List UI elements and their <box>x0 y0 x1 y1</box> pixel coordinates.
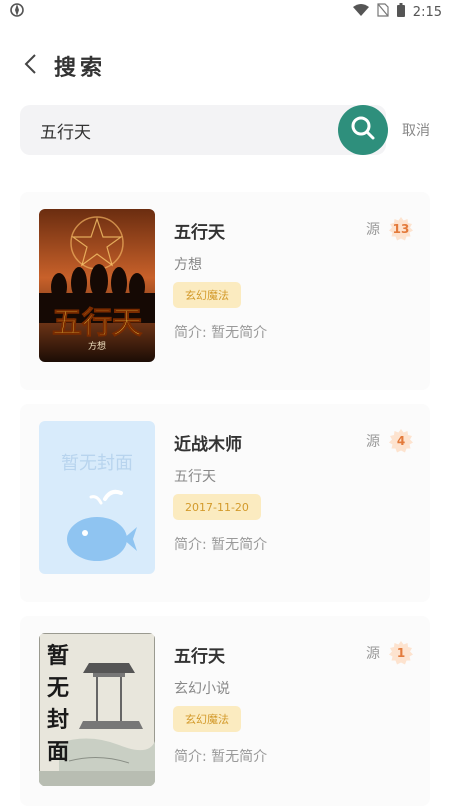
search-button[interactable] <box>338 105 388 155</box>
no-cover-text: 暂无封面 <box>61 453 133 474</box>
book-cover-painting: 暂 无 封 面 <box>39 633 155 786</box>
back-button[interactable] <box>8 44 52 88</box>
source-info: 源 13 <box>366 216 414 242</box>
cancel-button[interactable]: 取消 <box>402 120 430 140</box>
book-intro: 简介: 暂无简介 <box>174 325 268 341</box>
search-icon <box>350 115 376 145</box>
header: 搜索 <box>0 44 450 88</box>
source-count-badge: 13 <box>388 216 414 242</box>
cover-author-text: 方想 <box>88 340 106 352</box>
book-author: 玄幻小说 <box>174 681 230 697</box>
book-title: 近战木师 <box>174 435 242 455</box>
book-title: 五行天 <box>174 223 225 243</box>
result-card[interactable]: 暂 无 封 面 五行天 玄幻小说 玄幻魔法 简介: 暂无简介 源 1 <box>20 616 430 806</box>
search-input[interactable] <box>20 104 342 156</box>
search-box <box>20 104 388 156</box>
source-count-badge: 4 <box>388 428 414 454</box>
result-card[interactable]: 五行天 方想 五行天 方想 玄幻魔法 简介: 暂无简介 源 13 <box>20 192 430 390</box>
status-bar: 2:15 <box>0 0 450 24</box>
source-info: 源 1 <box>366 640 414 666</box>
cover-title-text: 五行天 <box>52 306 142 341</box>
source-label: 源 <box>366 646 380 662</box>
date-tag: 2017-11-20 <box>173 494 261 520</box>
result-card[interactable]: 暂无封面 近战木师 五行天 2017-11-20 简介: 暂无简介 源 4 <box>20 404 430 602</box>
page-title: 搜索 <box>54 56 107 81</box>
status-time: 2:15 <box>412 4 442 20</box>
battery-icon <box>396 3 405 21</box>
book-author: 五行天 <box>174 469 216 485</box>
chevron-left-icon <box>23 53 37 79</box>
book-cover-image: 五行天 方想 <box>39 209 155 362</box>
no-sim-icon <box>377 3 389 21</box>
source-count-badge: 1 <box>388 640 414 666</box>
book-author: 方想 <box>174 257 202 273</box>
category-tag: 玄幻魔法 <box>173 282 241 308</box>
book-intro: 简介: 暂无简介 <box>174 537 268 553</box>
source-info: 源 4 <box>366 428 414 454</box>
app-notification-icon <box>10 3 24 21</box>
book-title: 五行天 <box>174 647 225 667</box>
source-label: 源 <box>366 434 380 450</box>
book-cover-placeholder: 暂无封面 <box>39 421 155 574</box>
source-label: 源 <box>366 222 380 238</box>
wifi-icon <box>352 4 369 20</box>
search-row: 取消 <box>20 104 440 156</box>
category-tag: 玄幻魔法 <box>173 706 241 732</box>
book-intro: 简介: 暂无简介 <box>174 749 268 765</box>
